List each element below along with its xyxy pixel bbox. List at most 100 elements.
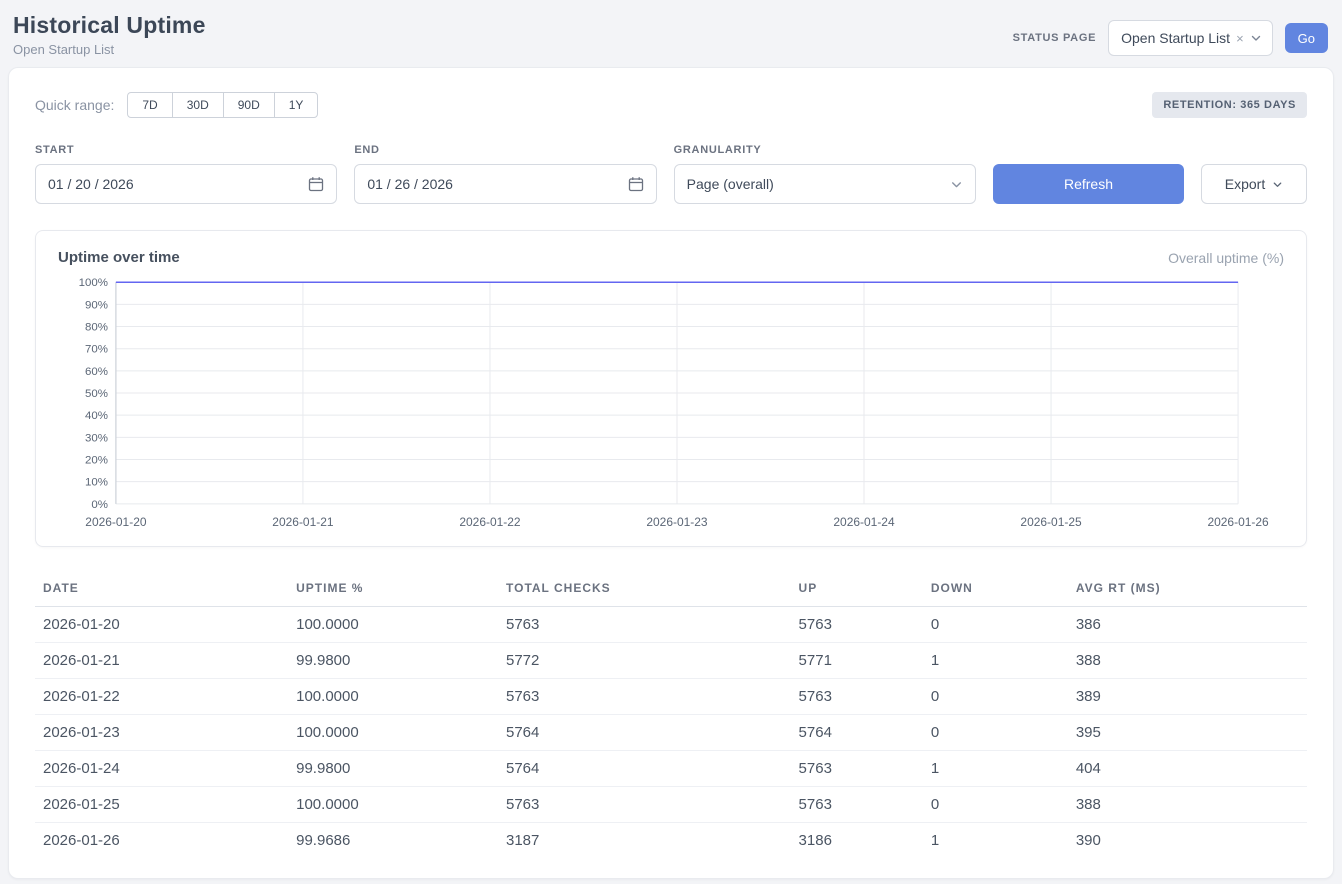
main-panel: Quick range: 7D30D90D1Y RETENTION: 365 D… xyxy=(8,67,1334,879)
export-button-label: Export xyxy=(1225,176,1265,192)
table-cell: 5764 xyxy=(498,751,791,787)
table-cell: 100.0000 xyxy=(288,787,498,823)
table-cell: 2026-01-23 xyxy=(35,715,288,751)
granularity-field-block: GRANULARITY Page (overall) xyxy=(674,144,976,204)
column-header: DATE xyxy=(35,573,288,607)
quick-range-group: 7D30D90D1Y xyxy=(127,92,318,118)
column-header: UPTIME % xyxy=(288,573,498,607)
table-cell: 5763 xyxy=(498,607,791,643)
chart-title: Uptime over time xyxy=(58,249,180,266)
x-tick-label: 2026-01-26 xyxy=(1207,515,1269,529)
x-tick-label: 2026-01-21 xyxy=(272,515,334,529)
x-tick-label: 2026-01-25 xyxy=(1020,515,1082,529)
table-cell: 1 xyxy=(923,751,1068,787)
y-tick-label: 10% xyxy=(85,477,108,489)
table-cell: 100.0000 xyxy=(288,679,498,715)
table-cell: 2026-01-25 xyxy=(35,787,288,823)
calendar-icon[interactable] xyxy=(628,176,644,192)
quick-range-1y-button[interactable]: 1Y xyxy=(274,92,319,118)
column-header: DOWN xyxy=(923,573,1068,607)
table-cell: 100.0000 xyxy=(288,607,498,643)
table-cell: 5764 xyxy=(498,715,791,751)
table-cell: 5763 xyxy=(791,679,923,715)
y-tick-label: 90% xyxy=(85,299,108,311)
y-tick-label: 20% xyxy=(85,455,108,467)
refresh-button[interactable]: Refresh xyxy=(993,164,1184,204)
start-date-value: 01 / 20 / 2026 xyxy=(48,176,134,192)
granularity-label: GRANULARITY xyxy=(674,144,976,156)
y-tick-label: 70% xyxy=(85,344,108,356)
table-cell: 2026-01-22 xyxy=(35,679,288,715)
table-cell: 2026-01-24 xyxy=(35,751,288,787)
page-header: Historical Uptime Open Startup List STAT… xyxy=(0,0,1342,63)
status-page-controls: STATUS PAGE Open Startup List × Go xyxy=(1013,20,1328,56)
page-title: Historical Uptime xyxy=(13,12,206,39)
quick-range-90d-button[interactable]: 90D xyxy=(223,92,275,118)
quick-range-7d-button[interactable]: 7D xyxy=(127,92,172,118)
table-cell: 388 xyxy=(1068,643,1307,679)
table-cell: 1 xyxy=(923,643,1068,679)
uptime-chart-card: Uptime over time Overall uptime (%) 0%10… xyxy=(35,230,1307,547)
column-header: TOTAL CHECKS xyxy=(498,573,791,607)
retention-badge: RETENTION: 365 DAYS xyxy=(1152,92,1307,118)
table-row: 2026-01-2199.9800577257711388 xyxy=(35,643,1307,679)
table-cell: 5771 xyxy=(791,643,923,679)
filter-form: START 01 / 20 / 2026 END 01 / 26 / 2026 … xyxy=(35,144,1307,204)
table-cell: 3187 xyxy=(498,823,791,859)
table-cell: 389 xyxy=(1068,679,1307,715)
chevron-down-icon xyxy=(950,178,963,191)
table-row: 2026-01-23100.0000576457640395 xyxy=(35,715,1307,751)
table-cell: 2026-01-21 xyxy=(35,643,288,679)
status-page-label: STATUS PAGE xyxy=(1013,32,1096,44)
go-button[interactable]: Go xyxy=(1285,23,1328,53)
calendar-icon[interactable] xyxy=(308,176,324,192)
start-date-field-block: START 01 / 20 / 2026 xyxy=(35,144,337,204)
table-cell: 395 xyxy=(1068,715,1307,751)
title-block: Historical Uptime Open Startup List xyxy=(13,12,206,57)
chevron-down-icon xyxy=(1250,32,1262,44)
table-row: 2026-01-2699.9686318731861390 xyxy=(35,823,1307,859)
quick-range-block: Quick range: 7D30D90D1Y xyxy=(35,92,318,118)
export-button[interactable]: Export xyxy=(1201,164,1307,204)
start-date-input[interactable]: 01 / 20 / 2026 xyxy=(35,164,337,204)
uptime-table: DATEUPTIME %TOTAL CHECKSUPDOWNAVG RT (MS… xyxy=(35,573,1307,858)
table-cell: 99.9800 xyxy=(288,751,498,787)
end-date-input[interactable]: 01 / 26 / 2026 xyxy=(354,164,656,204)
quick-range-30d-button[interactable]: 30D xyxy=(172,92,224,118)
table-row: 2026-01-2499.9800576457631404 xyxy=(35,751,1307,787)
table-cell: 2026-01-26 xyxy=(35,823,288,859)
granularity-value: Page (overall) xyxy=(687,176,774,192)
table-cell: 5764 xyxy=(791,715,923,751)
status-page-select[interactable]: Open Startup List × xyxy=(1108,20,1273,56)
y-tick-label: 60% xyxy=(85,366,108,378)
quick-range-label: Quick range: xyxy=(35,97,114,113)
chevron-down-icon xyxy=(1272,179,1283,190)
uptime-chart: 0%10%20%30%40%50%60%70%80%90%100%2026-01… xyxy=(58,276,1284,534)
table-row: 2026-01-22100.0000576357630389 xyxy=(35,679,1307,715)
table-cell: 386 xyxy=(1068,607,1307,643)
y-tick-label: 50% xyxy=(85,388,108,400)
table-cell: 0 xyxy=(923,607,1068,643)
granularity-select[interactable]: Page (overall) xyxy=(674,164,976,204)
table-cell: 0 xyxy=(923,679,1068,715)
quick-range-row: Quick range: 7D30D90D1Y RETENTION: 365 D… xyxy=(35,92,1307,118)
x-tick-label: 2026-01-24 xyxy=(833,515,895,529)
table-cell: 100.0000 xyxy=(288,715,498,751)
page-subtitle: Open Startup List xyxy=(13,42,206,57)
clear-status-page-icon[interactable]: × xyxy=(1236,32,1244,45)
table-cell: 5772 xyxy=(498,643,791,679)
chart-header: Uptime over time Overall uptime (%) xyxy=(58,249,1284,266)
table-cell: 390 xyxy=(1068,823,1307,859)
end-date-label: END xyxy=(354,144,656,156)
end-date-field-block: END 01 / 26 / 2026 xyxy=(354,144,656,204)
y-tick-label: 80% xyxy=(85,322,108,334)
x-tick-label: 2026-01-20 xyxy=(85,515,147,529)
y-tick-label: 40% xyxy=(85,410,108,422)
x-tick-label: 2026-01-22 xyxy=(459,515,521,529)
y-tick-label: 100% xyxy=(79,277,108,289)
table-cell: 0 xyxy=(923,715,1068,751)
table-cell: 388 xyxy=(1068,787,1307,823)
table-header-row: DATEUPTIME %TOTAL CHECKSUPDOWNAVG RT (MS… xyxy=(35,573,1307,607)
table-cell: 5763 xyxy=(791,751,923,787)
table-cell: 0 xyxy=(923,787,1068,823)
